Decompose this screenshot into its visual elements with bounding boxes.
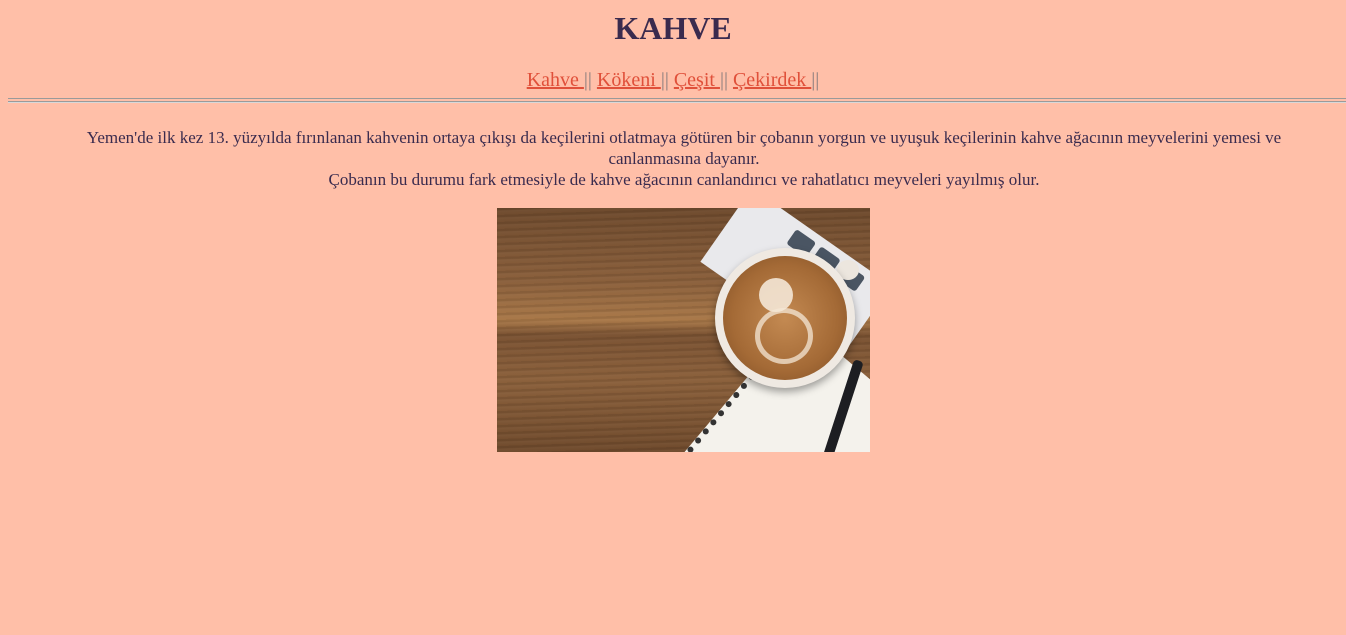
nav-bar: Kahve || Kökeni || Çeşit || Çekirdek || xyxy=(0,68,1346,92)
latte-art-heart xyxy=(759,278,793,312)
nav-separator: || xyxy=(719,69,728,91)
page-title: KAHVE xyxy=(614,10,732,46)
nav-link-kokeni[interactable]: Kökeni xyxy=(597,69,661,91)
latte-art-leaf xyxy=(755,308,813,364)
nav-separator: || xyxy=(583,69,592,91)
paragraph-line-2: Çobanın bu durumu fark etmesiyle de kahv… xyxy=(328,170,1040,189)
intro-paragraph: Yemen'de ilk kez 13. yüzyılda fırınlanan… xyxy=(40,127,1328,190)
nav-link-cesit[interactable]: Çeşit xyxy=(674,69,720,91)
coffee-photo xyxy=(497,208,870,452)
nav-separator: || xyxy=(811,69,820,91)
horizontal-divider xyxy=(8,98,1346,103)
page: KAHVE Kahve || Kökeni || Çeşit || Çekird… xyxy=(0,0,1346,635)
paragraph-line-1: Yemen'de ilk kez 13. yüzyılda fırınlanan… xyxy=(86,128,1282,168)
nav-link-cekirdek[interactable]: Çekirdek xyxy=(733,69,811,91)
nav-link-kahve[interactable]: Kahve xyxy=(527,69,584,91)
nav-separator: || xyxy=(660,69,669,91)
